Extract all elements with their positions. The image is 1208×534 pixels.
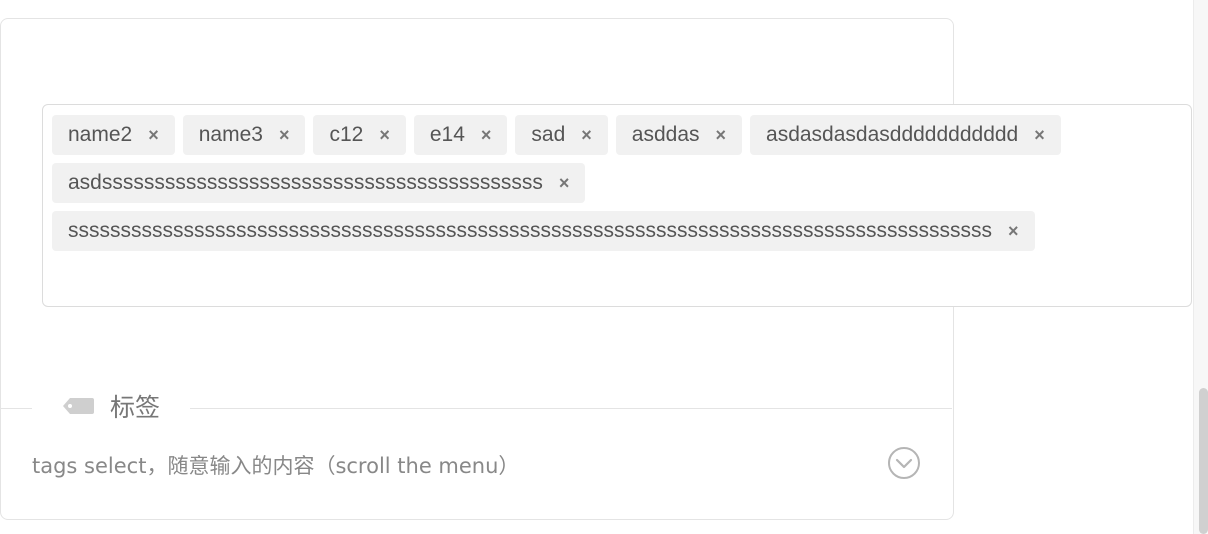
scrollbar-thumb[interactable] — [1199, 388, 1208, 534]
selected-tag: asdsssssssssssssssssssssssssssssssssssss… — [52, 163, 586, 203]
remove-tag-icon[interactable]: × — [559, 173, 570, 194]
tag-label: name3 — [198, 123, 263, 146]
selected-tag: c12 × — [313, 115, 406, 155]
selected-tag: asdasdasdasddddddddddd × — [750, 115, 1061, 155]
remove-tag-icon[interactable]: × — [379, 125, 390, 146]
selected-tag: sad × — [515, 115, 608, 155]
selected-tag: name3 × — [182, 115, 306, 155]
tags-select-input[interactable]: tags select，随意输入的内容（scroll the menu） — [32, 445, 832, 485]
tags-select-dropdown[interactable]: name2 × name3 × c12 × e14 × sad × asddas × asdasdasd… — [42, 104, 1192, 307]
remove-tag-icon[interactable]: × — [581, 125, 592, 146]
tag-label: asdasdasdasddddddddddd — [766, 123, 1019, 146]
tag-icon — [63, 398, 94, 414]
select-placeholder: tags select，随意输入的内容（scroll the menu） — [32, 454, 520, 478]
remove-tag-icon[interactable]: × — [148, 125, 159, 146]
tag-label: sad — [531, 123, 566, 146]
selected-tag: ssssssssssssssssssssssssssssssssssssssss… — [52, 211, 1035, 251]
selected-tag: asddas × — [615, 115, 743, 155]
remove-tag-icon[interactable]: × — [716, 125, 727, 146]
tag-label: ssssssssssssssssssssssssssssssssssssssss… — [68, 219, 992, 242]
remove-tag-icon[interactable]: × — [1034, 125, 1045, 146]
tag-label: e14 — [429, 123, 465, 146]
fieldset-legend: 标签 — [32, 386, 191, 426]
tag-label: c12 — [329, 123, 364, 146]
remove-tag-icon[interactable]: × — [481, 125, 492, 146]
remove-tag-icon[interactable]: × — [1008, 221, 1019, 242]
chevron-down-circle-icon[interactable] — [887, 446, 921, 480]
tag-label: asdsssssssssssssssssssssssssssssssssssss… — [68, 171, 543, 194]
remove-tag-icon[interactable]: × — [279, 125, 290, 146]
tag-label: asddas — [631, 123, 700, 146]
tag-label: name2 — [68, 123, 133, 146]
section-title: 标签 — [110, 393, 161, 422]
selected-tag: name2 × — [52, 115, 175, 155]
selected-tag: e14 × — [413, 115, 508, 155]
